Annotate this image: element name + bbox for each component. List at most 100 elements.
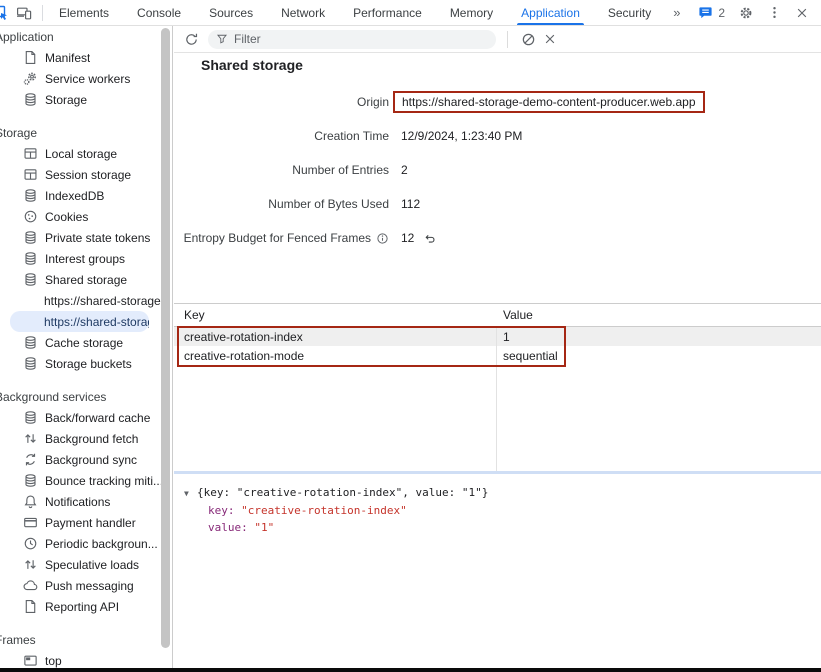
database-icon [23,410,38,425]
sidebar-item-push-messaging[interactable]: Push messaging [0,575,172,596]
tab-network[interactable]: Network [267,0,339,25]
close-devtools-icon[interactable] [795,6,809,20]
sidebar-item-background-fetch[interactable]: Background fetch [0,428,172,449]
sidebar-item-private-state-tokens[interactable]: Private state tokens [0,227,172,248]
devtools-tabbar: Elements Console Sources Network Perform… [0,0,821,26]
sidebar-item-notifications[interactable]: Notifications [0,491,172,512]
grid-row-creative-rotation-index[interactable]: creative-rotation-index 1 [174,327,821,346]
clear-all-button[interactable] [517,29,539,49]
preview-splitter[interactable] [174,471,821,474]
issues-indicator[interactable]: 2 [698,5,725,20]
tab-performance[interactable]: Performance [339,0,436,25]
preview-object-summary: ▼{key: "creative-rotation-index", value:… [184,484,821,502]
application-sidebar: Application Manifest Service workers Sto… [0,26,173,672]
panel-tabs: Elements Console Sources Network Perform… [45,0,688,25]
table-grid-icon [23,167,38,182]
sidebar-item-background-sync[interactable]: Background sync [0,449,172,470]
database-icon [23,251,38,266]
sidebar-scrollbar-thumb[interactable] [161,28,170,648]
metadata-row-origin: Origin https://shared-storage-demo-conte… [174,85,821,119]
shared-storage-metadata: Origin https://shared-storage-demo-conte… [174,85,821,255]
sidebar-item-shared-storage-origin-1[interactable]: https://shared-storage... [0,290,172,311]
page-title: Shared storage [201,57,303,73]
section-title-frames: Frames [0,629,172,650]
sidebar-item-indexeddb[interactable]: IndexedDB [0,185,172,206]
more-tabs-chevron[interactable]: » [665,5,688,20]
sidebar-item-back-forward-cache[interactable]: Back/forward cache [0,407,172,428]
refresh-button[interactable] [181,29,201,49]
sidebar-item-session-storage[interactable]: Session storage [0,164,172,185]
database-icon [23,272,38,287]
sidebar-item-manifest[interactable]: Manifest [0,47,172,68]
filter-input[interactable] [234,32,488,46]
sidebar-item-cache-storage[interactable]: Cache storage [0,332,172,353]
metadata-row-entropy-budget: Entropy Budget for Fenced Frames 12 [174,221,821,255]
metadata-row-creation-time: Creation Time 12/9/2024, 1:23:40 PM [174,119,821,153]
grid-header-row: Key Value [174,304,821,327]
database-icon [23,92,38,107]
filter-field[interactable] [208,30,496,49]
database-icon [23,188,38,203]
service-worker-gear-icon [23,71,38,86]
document-icon [23,599,38,614]
sidebar-item-bounce-tracking-mitigations[interactable]: Bounce tracking miti... [0,470,172,491]
preview-property-value: value: "1" [184,519,821,536]
tab-elements[interactable]: Elements [45,0,123,25]
issues-count: 2 [718,6,725,20]
tab-console[interactable]: Console [123,0,195,25]
cloud-icon [23,578,38,593]
column-header-value[interactable]: Value [496,308,533,322]
database-icon [23,335,38,350]
document-icon [23,50,38,65]
tab-security[interactable]: Security [594,0,665,25]
reset-budget-undo-icon[interactable] [423,232,436,245]
sidebar-item-local-storage[interactable]: Local storage [0,143,172,164]
preview-property-key: key: "creative-rotation-index" [184,502,821,519]
sidebar-item-reporting-api[interactable]: Reporting API [0,596,172,617]
tab-application[interactable]: Application [507,0,594,25]
grid-row-creative-rotation-mode[interactable]: creative-rotation-mode sequential [174,346,821,365]
shared-storage-panel: Shared storage Origin https://shared-sto… [174,26,821,672]
issues-chat-icon [698,5,713,20]
window-bottom-edge [0,668,821,672]
sidebar-item-storage-buckets[interactable]: Storage buckets [0,353,172,374]
database-icon [23,473,38,488]
devtools-window: Elements Console Sources Network Perform… [0,0,821,672]
up-down-arrows-icon [23,557,38,572]
filter-funnel-icon [216,33,228,45]
metadata-row-number-of-entries: Number of Entries 2 [174,153,821,187]
sidebar-item-periodic-background-sync[interactable]: Periodic backgroun... [0,533,172,554]
toolbar-divider [42,5,43,21]
inspect-icon[interactable] [0,4,12,22]
refresh-icon [184,32,199,47]
sidebar-item-cookies[interactable]: Cookies [0,206,172,227]
settings-gear-icon[interactable] [738,5,754,21]
tab-sources[interactable]: Sources [195,0,267,25]
device-toolbar-icon[interactable] [16,5,32,21]
section-title-storage: Storage [0,122,172,143]
toolbar-divider [507,31,508,48]
kebab-menu-icon[interactable] [767,5,782,20]
sidebar-item-shared-storage-origin-2-selected[interactable]: https://shared-storage... [10,311,149,332]
column-resize-divider[interactable] [496,304,497,471]
sidebar-item-storage[interactable]: Storage [0,89,172,110]
bell-icon [23,494,38,509]
info-icon[interactable] [376,232,389,245]
panel-toolbar [174,26,821,53]
sidebar-item-interest-groups[interactable]: Interest groups [0,248,172,269]
sidebar-item-speculative-loads[interactable]: Speculative loads [0,554,172,575]
sidebar-item-shared-storage[interactable]: Shared storage [0,269,172,290]
cookie-icon [23,209,38,224]
column-header-key[interactable]: Key [174,308,496,322]
database-icon [23,230,38,245]
delete-x-icon [543,32,557,46]
sidebar-item-service-workers[interactable]: Service workers [0,68,172,89]
database-icon [23,356,38,371]
clock-icon [23,536,38,551]
up-down-arrows-icon [23,431,38,446]
expander-triangle-icon[interactable]: ▼ [184,485,197,502]
sidebar-item-payment-handler[interactable]: Payment handler [0,512,172,533]
delete-selected-button[interactable] [539,29,561,49]
tab-memory[interactable]: Memory [436,0,507,25]
shared-storage-items-grid: Key Value creative-rotation-index 1 crea… [174,303,821,471]
